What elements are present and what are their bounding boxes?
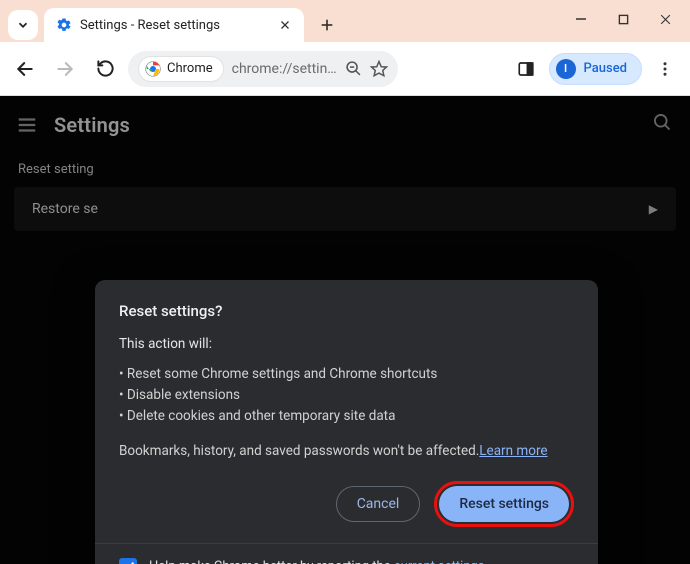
reset-settings-dialog: Reset settings? This action will: Reset … [95, 280, 598, 564]
bookmark-button[interactable] [370, 60, 388, 78]
nav-reload-button[interactable] [88, 52, 122, 86]
gear-icon [56, 17, 72, 33]
dialog-note: Bookmarks, history, and saved passwords … [119, 443, 574, 459]
panel-icon [517, 60, 535, 78]
avatar-initial: I [564, 62, 567, 75]
current-settings-link[interactable]: current settings [394, 559, 485, 564]
chrome-logo-icon [145, 61, 161, 77]
maximize-icon [618, 14, 629, 25]
dialog-bullet: Delete cookies and other temporary site … [119, 406, 574, 427]
side-panel-button[interactable] [509, 52, 543, 86]
minimize-icon [575, 13, 587, 25]
dialog-footer-text: Help make Chrome better by reporting the… [149, 559, 485, 564]
footer-prefix: Help make Chrome better by reporting the [149, 559, 394, 564]
learn-more-link[interactable]: Learn more [479, 443, 547, 459]
plus-icon [319, 17, 335, 33]
avatar: I [556, 59, 576, 79]
tab-close-button[interactable] [276, 16, 294, 34]
nav-back-button[interactable] [8, 52, 42, 86]
window-close-button[interactable] [646, 4, 684, 34]
browser-tab[interactable]: Settings - Reset settings [44, 8, 304, 42]
star-icon [370, 60, 388, 78]
tab-search-dropdown[interactable] [8, 10, 38, 40]
overflow-menu-button[interactable] [648, 52, 682, 86]
window-maximize-button[interactable] [604, 4, 642, 34]
profile-state: Paused [584, 61, 627, 76]
dialog-lead: This action will: [119, 336, 574, 352]
new-tab-button[interactable] [312, 10, 342, 40]
chevron-down-icon [16, 18, 30, 32]
cancel-button[interactable]: Cancel [336, 486, 421, 522]
nav-forward-button[interactable] [48, 52, 82, 86]
profile-chip[interactable]: I Paused [549, 53, 642, 85]
dialog-title: Reset settings? [119, 302, 574, 320]
tab-title: Settings - Reset settings [80, 18, 268, 33]
close-icon [659, 13, 672, 26]
window-minimize-button[interactable] [562, 4, 600, 34]
site-chip-label: Chrome [167, 61, 213, 76]
dialog-note-text: Bookmarks, history, and saved passwords … [119, 443, 479, 459]
highlight-annotation: Reset settings [434, 481, 574, 527]
zoom-out-icon [345, 60, 362, 77]
dialog-bullet: Disable extensions [119, 385, 574, 406]
reload-icon [96, 59, 115, 78]
reset-settings-button[interactable]: Reset settings [439, 486, 569, 522]
url-text: chrome://settin… [232, 61, 337, 77]
dialog-bullet: Reset some Chrome settings and Chrome sh… [119, 364, 574, 385]
arrow-right-icon [55, 59, 75, 79]
kebab-icon [656, 60, 674, 78]
address-bar[interactable]: Chrome chrome://settin… [128, 51, 398, 87]
close-icon [279, 19, 291, 31]
report-checkbox[interactable] [119, 558, 137, 564]
check-icon [122, 560, 135, 564]
arrow-left-icon [15, 59, 35, 79]
zoom-icon-button[interactable] [345, 60, 362, 77]
site-chip[interactable]: Chrome [138, 56, 224, 82]
